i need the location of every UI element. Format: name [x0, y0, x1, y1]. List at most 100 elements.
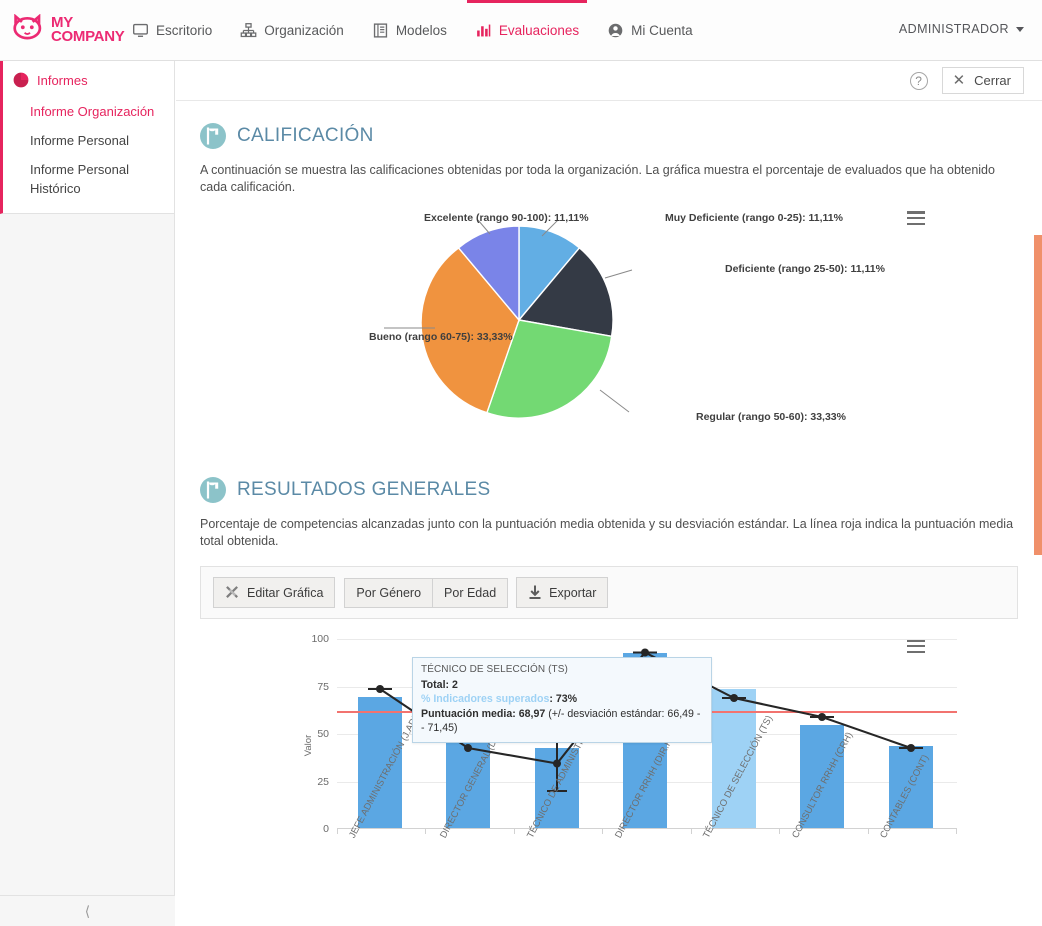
x-tick [425, 829, 426, 834]
x-tick [602, 829, 603, 834]
pie-label-excelente: Excelente (rango 90-100): 11,11% [424, 212, 589, 224]
by-age-button[interactable]: Por Edad [432, 577, 509, 608]
sidebar: Informes Informe Organización Informe Pe… [0, 61, 175, 926]
pie-chart-icon [13, 72, 29, 88]
chevron-down-icon [1016, 26, 1024, 32]
nav-label: Mi Cuenta [631, 22, 693, 38]
sidebar-item-label: Informe Personal [30, 133, 129, 148]
scissors-icon [226, 586, 238, 598]
pie-chart-svg[interactable] [332, 218, 872, 433]
nav-label: Escritorio [156, 22, 213, 38]
y-tick-50: 50 [317, 728, 329, 740]
nav-item-organizacion[interactable]: Organización [226, 0, 358, 61]
close-button-label: Cerrar [974, 73, 1011, 88]
nav-label: Evaluaciones [498, 22, 580, 38]
tooltip-total-value: 2 [452, 678, 458, 691]
book-icon [373, 22, 387, 38]
org-chart-icon [240, 22, 257, 37]
main-nav: Escritorio Organización Modelos Evaluaci… [118, 0, 707, 61]
sidebar-item-informe-organizacion[interactable]: Informe Organización [3, 97, 174, 126]
nav-item-mi-cuenta[interactable]: Mi Cuenta [593, 0, 707, 61]
bar-chart: Valor 100 75 50 25 0 JEFE ADMINISTRACIÓN… [200, 627, 1018, 926]
section-title-row-2: RESULTADOS GENERALES [200, 477, 1018, 503]
by-age-label: Por Edad [444, 585, 497, 600]
by-gender-button[interactable]: Por Género [344, 577, 434, 608]
sidebar-item-label: Informe Organización [30, 104, 155, 119]
flag-icon [200, 477, 226, 503]
by-gender-label: Por Género [356, 585, 422, 600]
x-tick [514, 829, 515, 834]
close-x-icon: ✕ [952, 71, 966, 89]
user-menu[interactable]: ADMINISTRADOR [899, 22, 1024, 36]
tooltip-total-row: Total: 2 [421, 678, 703, 693]
pie-chart: Excelente (rango 90-100): 11,11% Muy Def… [200, 210, 1018, 455]
edit-chart-button[interactable]: Editar Gráfica [213, 577, 336, 608]
x-tick [956, 829, 957, 834]
user-circle-icon [608, 23, 623, 37]
nav-item-escritorio[interactable]: Escritorio [118, 0, 226, 61]
tooltip-indicators-value: 73% [555, 693, 578, 705]
sidebar-collapse-button[interactable]: ⟨ [0, 895, 175, 926]
tooltip-mean-value: 68,97 [518, 707, 546, 720]
section-title-resultados: RESULTADOS GENERALES [237, 479, 491, 500]
section-description-2: Porcentaje de competencias alcanzadas ju… [200, 517, 1014, 548]
vertical-scrollbar[interactable] [1034, 235, 1042, 555]
section-title-row: CALIFICACIÓN [200, 123, 1018, 149]
tooltip-mean-label: Puntuación media: [421, 707, 516, 720]
pie-label-bueno: Bueno (rango 60-75): 33,33% [369, 331, 513, 343]
tooltip-indicators-label: % Indicadores superados [421, 693, 550, 705]
cat-face-icon [13, 14, 42, 40]
flag-icon [200, 123, 226, 149]
tooltip-mean-row: Puntuación media: 68,97 (+/- desviación … [421, 707, 703, 736]
tooltip-indicators-row: % Indicadores superados: 73% [421, 693, 578, 705]
sidebar-group-informes: Informes Informe Organización Informe Pe… [0, 61, 174, 214]
y-tick-0: 0 [323, 823, 329, 835]
tooltip-total-label: Total: [421, 678, 450, 691]
monitor-icon [133, 23, 148, 37]
x-tick [779, 829, 780, 834]
pie-chart-menu-button[interactable] [907, 211, 925, 228]
sidebar-item-informe-personal[interactable]: Informe Personal [3, 126, 174, 155]
x-tick [691, 829, 692, 834]
section-description: A continuación se muestra las calificaci… [200, 163, 995, 194]
content-toolbar: ? ✕ Cerrar [176, 61, 1042, 101]
nav-item-modelos[interactable]: Modelos [358, 0, 461, 61]
sidebar-group-header[interactable]: Informes [3, 61, 174, 97]
download-icon [529, 585, 541, 599]
chevron-left-icon: ⟨ [84, 902, 91, 919]
main-content: ? ✕ Cerrar CALIFICACIÓN A continuación s… [176, 61, 1042, 926]
page-title: CALIFICACIÓN [237, 125, 374, 146]
bar-chart-icon [476, 24, 491, 36]
top-header: MY COMPANY Escritorio Organización Model… [0, 0, 1042, 61]
chart-toolbar: Editar Gráfica Por Género Por Edad Expor… [200, 566, 1018, 619]
segment-group: Por Género Por Edad [344, 577, 509, 608]
app-logo[interactable]: MY COMPANY [12, 14, 125, 46]
x-axis [337, 828, 957, 829]
y-tick-25: 25 [317, 775, 329, 788]
tooltip-title: TÉCNICO DE SELECCIÓN (TS) [421, 664, 568, 675]
y-axis-title: Valor [303, 734, 315, 757]
export-label: Exportar [549, 585, 597, 600]
pie-label-muy-deficiente: Muy Deficiente (rango 0-25): 11,11% [665, 212, 843, 224]
nav-item-evaluaciones[interactable]: Evaluaciones [461, 0, 593, 61]
close-button[interactable]: ✕ Cerrar [941, 67, 1024, 94]
sidebar-item-label: Informe Personal Histórico [30, 162, 129, 196]
export-button[interactable]: Exportar [516, 577, 609, 608]
question-circle-icon[interactable]: ? [909, 71, 928, 90]
section-resultados-generales: RESULTADOS GENERALES Porcentaje de compe… [176, 477, 1042, 926]
edit-chart-label: Editar Gráfica [247, 585, 324, 600]
nav-label: Modelos [395, 22, 447, 38]
chart-tooltip: TÉCNICO DE SELECCIÓN (TS) Total: 2 % Ind… [412, 657, 712, 743]
logo-text: MY COMPANY [51, 14, 125, 45]
sidebar-item-informe-personal-historico[interactable]: Informe Personal Histórico [3, 155, 174, 203]
pie-label-deficiente: Deficiente (rango 25-50): 11,11% [725, 263, 885, 275]
section-calificacion: CALIFICACIÓN A continuación se muestra l… [176, 123, 1042, 455]
user-menu-label: ADMINISTRADOR [898, 22, 1009, 36]
y-tick-75: 75 [317, 680, 329, 693]
nav-label: Organización [264, 22, 344, 38]
x-tick [337, 829, 338, 834]
x-tick [868, 829, 869, 834]
pie-label-regular: Regular (rango 50-60): 33,33% [696, 411, 846, 423]
y-tick-100: 100 [311, 633, 329, 645]
sidebar-group-label: Informes [37, 72, 88, 88]
